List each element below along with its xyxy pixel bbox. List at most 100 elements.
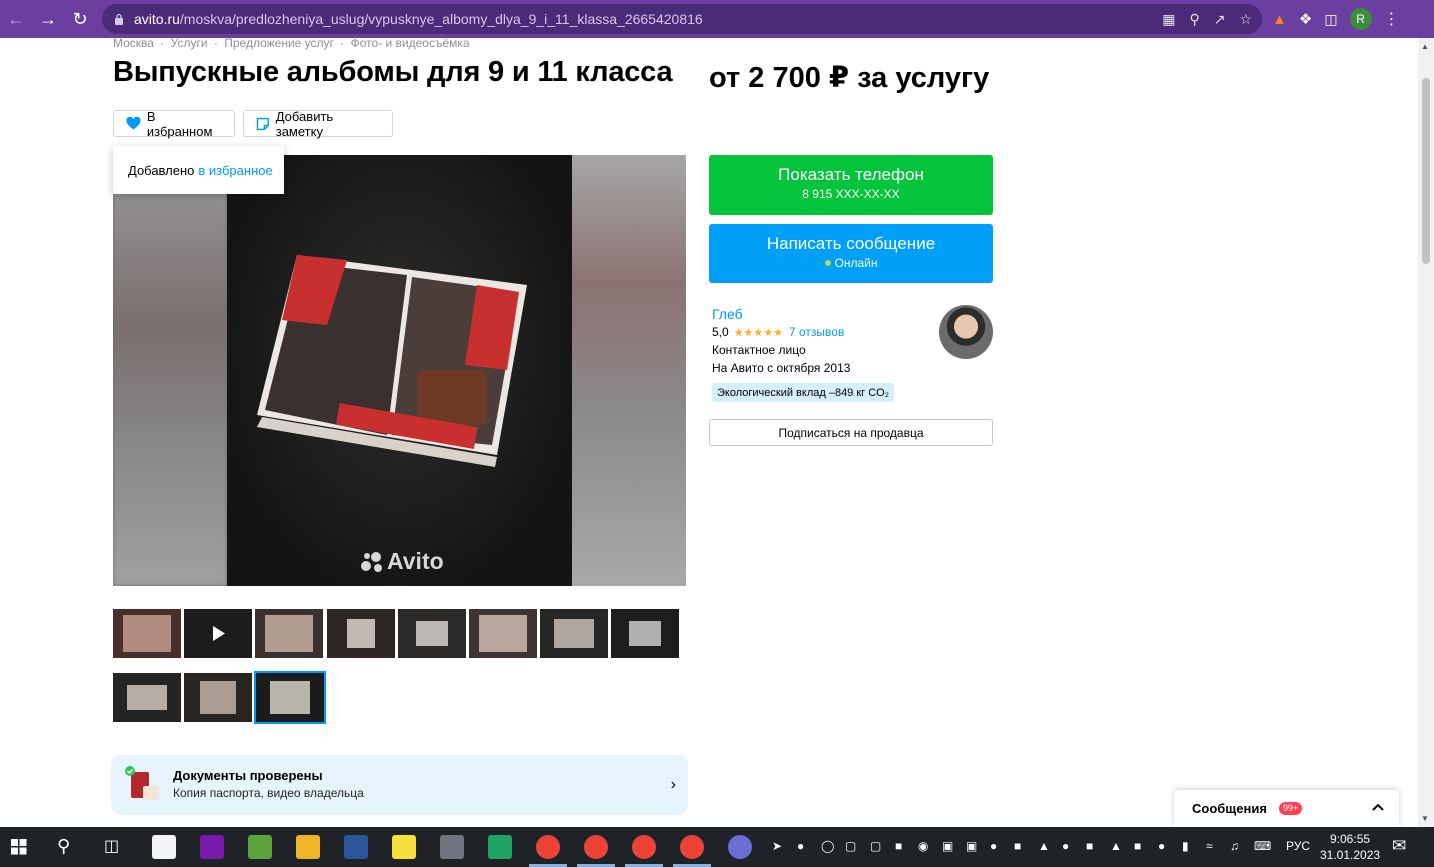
sheets-icon[interactable] [488,835,512,859]
favorite-label: В избранном [146,108,213,139]
files-app-icon[interactable] [152,835,176,859]
add-note-button[interactable]: Добавить заметку [243,108,393,139]
tray-icon[interactable]: ■ [1086,839,1093,853]
task-view-icon[interactable]: ◫ [104,836,119,856]
thumbnail[interactable] [113,609,181,658]
wifi-icon[interactable]: ≈ [1206,839,1213,853]
breadcrumb: Москва · Услуги · Предложение услуг · Фо… [113,36,473,50]
watermark-text: Avito [387,548,444,574]
tray-icon[interactable]: ▲ [1038,839,1050,853]
tray-icon[interactable]: ■ [1134,839,1141,853]
page-scrollbar[interactable]: ▲ ▼ [1418,38,1434,827]
notifications-icon[interactable]: ✉ [1392,836,1406,856]
breadcrumb-item-service-offers[interactable]: Предложение услуг [224,36,334,50]
thumbnail[interactable] [113,673,181,722]
tray-icon[interactable]: ■ [895,839,902,853]
tray-icon[interactable]: ◉ [918,839,928,853]
thumbnail[interactable] [540,609,608,658]
search-icon[interactable]: ⚲ [57,836,70,857]
url-host: avito.ru [134,11,180,27]
system-clock[interactable]: 9:06:55 31.01.2023 [1320,831,1380,863]
tray-icon[interactable]: ● [990,839,997,853]
breadcrumb-item-photo-video[interactable]: Фото- и видеосъёмка [351,36,470,50]
write-message-button[interactable]: Написать сообщение Онлайн [709,224,993,283]
photo-album-image [227,155,572,586]
word-icon[interactable] [344,835,368,859]
scroll-up-icon[interactable]: ▲ [1421,42,1429,51]
chevron-up-icon[interactable] [1371,800,1385,814]
docs-title: Документы проверены [173,768,323,783]
passport-check-icon [125,766,159,800]
back-icon[interactable]: ← [0,3,32,35]
page-title: Выпускные альбомы для 9 и 11 класса [113,56,673,88]
menu-kebab-icon[interactable]: ⋮ [1384,9,1400,29]
metamask-extension-icon[interactable]: ▲ [1272,11,1287,28]
tray-icon[interactable]: ● [1062,839,1069,853]
app-icon[interactable] [728,835,752,859]
chrome-profile-icon[interactable] [632,835,656,859]
input-language[interactable]: РУС [1286,839,1310,853]
thumbnail[interactable] [255,609,323,658]
thumbnail[interactable] [611,609,679,658]
reload-icon[interactable]: ↻ [64,3,96,35]
favorite-button[interactable]: В избранном [113,108,235,139]
subscribe-seller-button[interactable]: Подписаться на продавца [709,419,993,446]
favorites-link[interactable]: в избранное [198,163,272,178]
scroll-thumb[interactable] [1422,78,1430,264]
seller-avatar[interactable] [939,305,993,359]
bookmark-star-icon[interactable]: ☆ [1239,11,1252,28]
chrome-profile-icon[interactable] [680,835,704,859]
add-note-label: Добавить заметку [275,108,334,139]
forward-icon[interactable]: → [32,3,64,35]
tray-icon[interactable]: ▲ [1110,839,1122,853]
volume-icon[interactable]: ♫ [1230,839,1239,853]
chrome-icon[interactable] [536,835,560,859]
share-icon[interactable]: ↗ [1214,11,1226,28]
thumbnail[interactable] [327,609,395,658]
breadcrumb-separator: · [160,36,165,50]
eco-contribution-badge[interactable]: Экологический вклад –849 кг CO₂ [712,383,895,402]
side-panel-icon[interactable]: ◫ [1324,11,1337,28]
tray-icon[interactable]: ■ [1014,839,1021,853]
chrome-profile-icon[interactable] [584,835,608,859]
zoom-icon[interactable]: ⚲ [1189,11,1199,28]
breadcrumb-item-moscow[interactable]: Москва [113,36,154,50]
translate-icon[interactable]: ▦ [1162,11,1175,28]
profile-avatar[interactable]: R [1349,8,1372,30]
chart-app-icon[interactable] [248,835,272,859]
thumbnail[interactable] [469,609,537,658]
keyboard-icon[interactable]: ⌨ [1254,839,1271,853]
avito-logo-icon [361,551,382,572]
thumbnail[interactable] [184,673,252,722]
tray-icon[interactable]: ▢ [845,839,856,853]
extensions-puzzle-icon[interactable]: ❖ [1299,10,1312,28]
reviews-link[interactable]: 7 отзывов [789,325,844,339]
file-explorer-icon[interactable] [296,835,320,859]
tray-icon[interactable]: ● [1158,839,1165,853]
sticky-notes-icon[interactable] [392,835,416,859]
address-bar[interactable]: avito.ru/moskva/predlozheniya_uslug/vypu… [102,4,1262,34]
main-photo[interactable]: Avito [113,155,686,586]
app-icon[interactable] [440,835,464,859]
messages-widget[interactable]: Сообщения 99+ [1174,790,1399,827]
tray-icon[interactable]: ▣ [966,839,977,853]
battery-icon[interactable]: ▮ [1182,839,1189,853]
tray-icon[interactable]: ● [797,839,804,853]
scroll-down-icon[interactable]: ▼ [1421,814,1429,823]
tray-icon[interactable]: ▢ [870,839,881,853]
url-text: avito.ru/moskva/predlozheniya_uslug/vypu… [134,11,703,27]
thumbnail[interactable] [398,609,466,658]
seller-name-link[interactable]: Глеб [712,306,743,322]
breadcrumb-item-services[interactable]: Услуги [171,36,208,50]
telegram-tray-icon[interactable]: ➤ [772,839,782,853]
tray-icon[interactable]: ▣ [942,839,953,853]
documents-verified-banner[interactable]: Документы проверены Копия паспорта, виде… [111,755,688,815]
onenote-icon[interactable] [200,835,224,859]
thumbnail-video[interactable] [184,609,252,658]
show-phone-button[interactable]: Показать телефон 8 915 XXX-XX-XX [709,155,993,215]
thumbnail-active[interactable] [254,671,326,724]
price: от 2 700 ₽ за услугу [709,62,990,94]
seller-rating: 5,0 ★★★★★ 7 отзывов [712,325,844,339]
windows-start-icon[interactable] [11,839,27,855]
shield-tray-icon[interactable]: ◯ [821,839,834,853]
